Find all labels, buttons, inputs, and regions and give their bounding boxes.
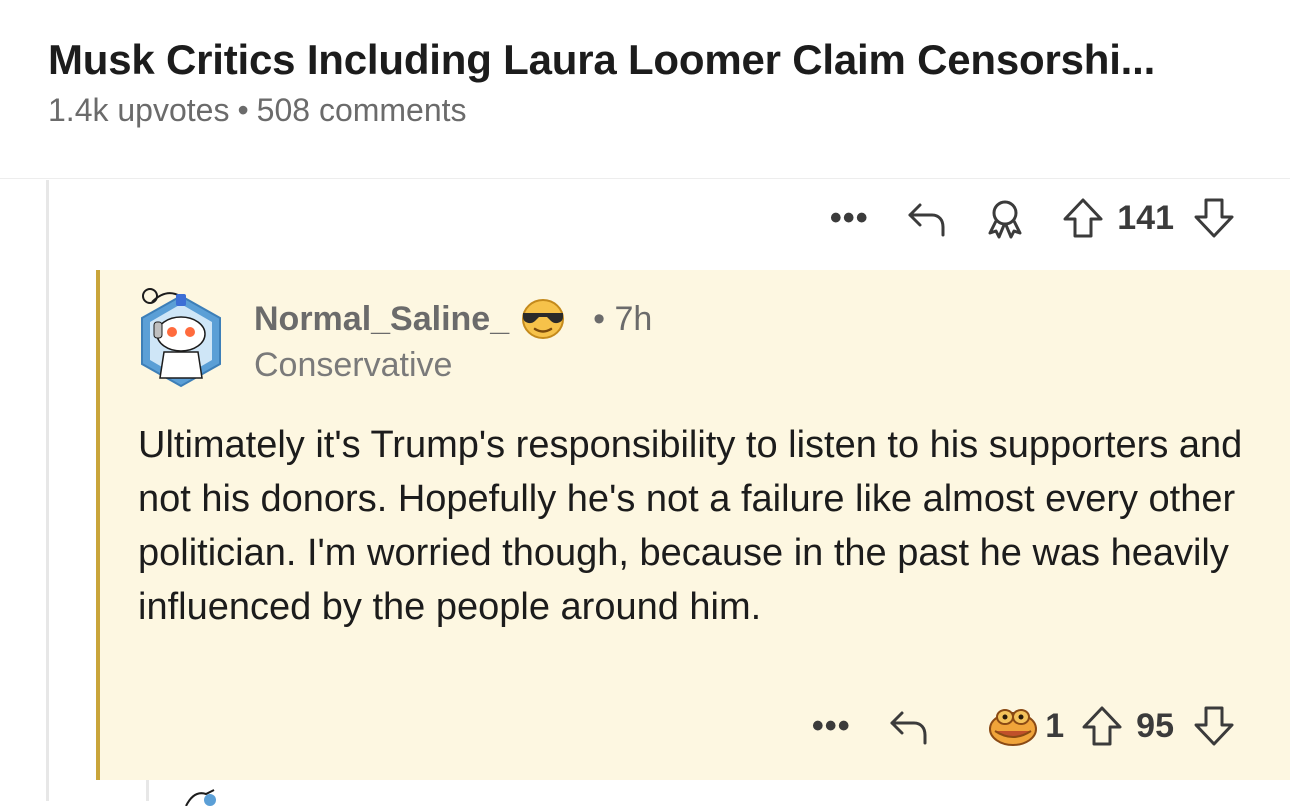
upvote-icon <box>1082 706 1122 746</box>
award-button[interactable] <box>977 190 1033 246</box>
upvote-icon <box>1063 198 1103 238</box>
user-flair: Conservative <box>254 346 453 384</box>
child-thread-line[interactable] <box>146 780 149 801</box>
comment-total[interactable]: 508 comments <box>257 92 467 128</box>
goldfish-award-icon <box>989 709 1038 746</box>
downvote-icon <box>1194 198 1234 238</box>
reply-button[interactable] <box>899 190 955 246</box>
vote-count: 141 <box>1117 198 1174 237</box>
comment-time: • 7h <box>593 299 653 338</box>
parent-comment-actions: ••• 141 <box>799 190 1242 246</box>
award-button[interactable] <box>985 698 1041 754</box>
thread-line[interactable] <box>46 180 49 801</box>
post-title[interactable]: Musk Critics Including Laura Loomer Clai… <box>48 36 1248 84</box>
reply-icon <box>890 711 927 745</box>
upvote-button[interactable] <box>1055 190 1111 246</box>
child-comment-avatar[interactable] <box>180 786 224 806</box>
reply-icon <box>908 203 945 237</box>
comment-body: Ultimately it's Trump's responsibility t… <box>138 424 1243 628</box>
more-options-button[interactable]: ••• <box>821 190 877 246</box>
more-icon: ••• <box>829 199 869 237</box>
downvote-button[interactable] <box>1186 698 1242 754</box>
post-meta: 1.4k upvotes • 508 comments <box>48 92 467 129</box>
username[interactable]: Normal_Saline_ <box>254 300 509 339</box>
award-count: 1 <box>1045 706 1065 745</box>
more-options-button[interactable]: ••• <box>803 698 859 754</box>
divider <box>0 178 1290 179</box>
comment-author[interactable]: Normal_Saline_ • 7h <box>254 297 652 341</box>
upvote-total: 1.4k upvotes <box>48 92 230 128</box>
downvote-icon <box>1194 706 1234 746</box>
meta-separator: • <box>237 92 249 128</box>
award-icon <box>988 200 1022 239</box>
avatar[interactable] <box>136 282 226 392</box>
sunglasses-emoji-icon <box>522 299 565 339</box>
vote-count: 95 <box>1136 706 1174 745</box>
post-header: Musk Critics Including Laura Loomer Clai… <box>0 0 1290 178</box>
comment-actions: ••• 1 95 <box>781 698 1242 754</box>
downvote-button[interactable] <box>1186 190 1242 246</box>
more-icon: ••• <box>811 707 851 745</box>
comment-thread-bar[interactable] <box>96 270 100 780</box>
reply-button[interactable] <box>881 698 937 754</box>
upvote-button[interactable] <box>1074 698 1130 754</box>
